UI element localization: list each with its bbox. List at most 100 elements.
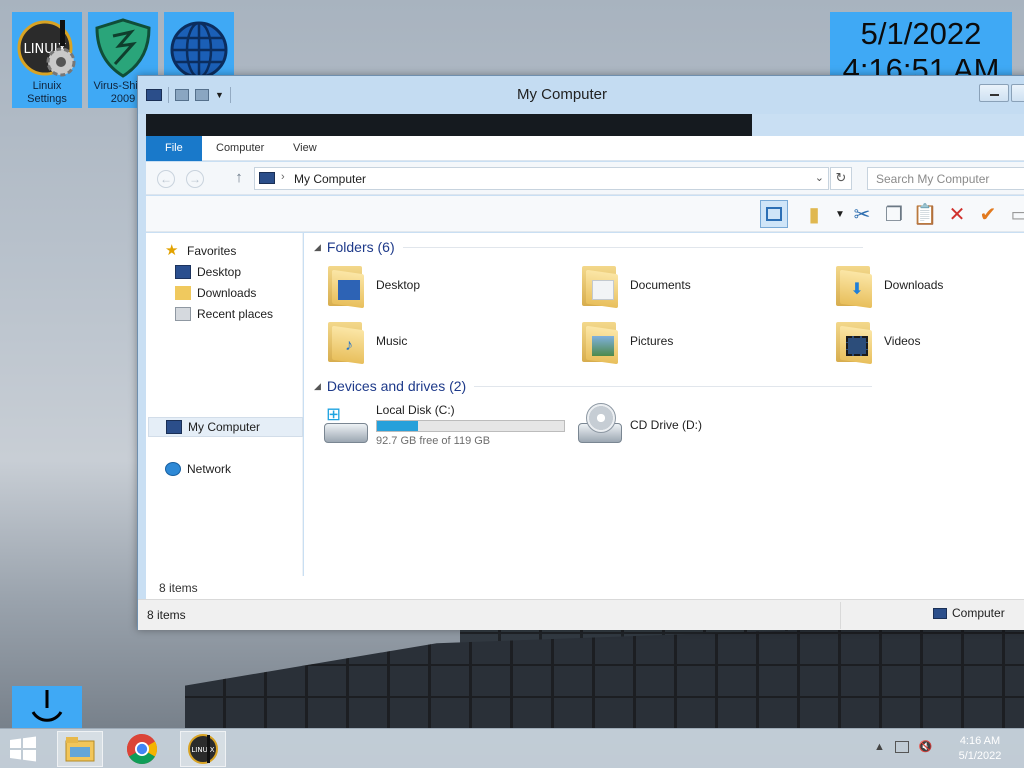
chevron-down-icon[interactable]: ⌄ [815,171,824,184]
folders-group-header[interactable]: ◢ Folders (6) [314,239,863,255]
drive-item-cd-drive[interactable]: CD Drive (D:) [576,403,702,447]
folder-item-music[interactable]: ♪ Music [324,318,408,365]
sidebar-item-network[interactable]: Network [165,459,231,479]
sidebar-item-label: My Computer [188,420,261,434]
virus-shield-icon [91,16,155,80]
clipboard-icon: 📋 [912,203,938,226]
address-input[interactable]: › My Computer ⌄ [254,167,829,190]
downloads-icon [175,286,191,300]
folder-name: Desktop [376,278,421,292]
tab-view[interactable]: View [277,136,333,161]
back-button[interactable]: ← [157,170,175,188]
tab-file[interactable]: File [146,136,202,161]
search-input[interactable]: Search My Computer [867,167,1024,190]
folder-name: Music [376,334,408,348]
overlay-strip [146,114,752,136]
show-hidden-icons-icon[interactable]: ▲ [874,741,885,753]
desktop-folder-icon [324,262,368,309]
sidebar-item-favorites[interactable]: ★ Favorites [165,241,236,261]
taskbar-time: 4:16 AM [959,735,1001,747]
folder-item-pictures[interactable]: Pictures [578,318,674,365]
computer-icon [259,172,275,184]
folder-item-documents[interactable]: Documents [578,262,691,309]
taskbar: LINUIX ▲ 🔇 4:16 AM 5/1/2022 [0,728,1024,768]
hard-drive-icon: ⊞ [322,403,370,447]
network-icon[interactable] [894,740,909,753]
downloads-folder-icon: ⬇ [832,262,876,309]
folder-name: Pictures [630,334,674,348]
music-folder-icon: ♪ [324,318,368,365]
svg-text:LINUIX: LINUIX [191,746,214,754]
sidebar-item-label: Downloads [197,286,257,300]
computer-icon [166,420,182,434]
taskbar-linuix[interactable]: LINUIX [180,731,226,767]
background-building-front [185,622,1024,728]
group-title: Folders (6) [326,239,395,255]
network-icon [165,462,181,476]
taskbar-chrome[interactable] [119,731,165,767]
address-bar-row: ← → ↑ › My Computer ⌄ ↻ Search My Comput… [146,162,1024,195]
paste-button[interactable]: 📋 [911,200,939,228]
drive-item-local-disk[interactable]: ⊞ Local Disk (C:) 92.7 GB free of 119 GB [322,403,565,447]
delete-button[interactable]: ✕ [943,200,971,228]
drive-free-space: 92.7 GB free of 119 GB [376,435,491,447]
breadcrumb-chevron-icon[interactable]: › [281,171,285,183]
system-tray: ▲ 🔇 [874,740,933,753]
drives-group-header[interactable]: ◢ Devices and drives (2) [314,378,873,394]
windows-logo-icon [10,736,36,762]
ribbon-tabs: File Computer View [146,136,1024,161]
status-location-label: Computer [952,606,1005,620]
window-title: My Computer [516,86,608,103]
collapse-arrow-icon: ◢ [314,241,321,252]
explorer-window[interactable]: ▼ My Computer File Computer View ← → ↑ ›… [137,75,1024,630]
widget-date: 5/1/2022 [860,16,982,51]
minimize-button[interactable] [979,84,1009,102]
videos-folder-icon [832,318,876,365]
desktop-clock-widget: 5/1/2022 4:16:51 AM [830,12,1012,76]
sidebar-item-recent-places[interactable]: Recent places [175,304,273,324]
folder-item-videos[interactable]: Videos [832,318,920,365]
forward-button[interactable]: → [186,170,204,188]
computer-icon [933,607,947,619]
drive-usage-bar [376,420,565,432]
folder-item-desktop[interactable]: Desktop [324,262,421,309]
content-pane: ◢ Folders (6) Desktop Documents ⬇ Downlo… [304,233,1024,576]
chrome-icon [126,734,158,765]
sidebar-item-label: Favorites [187,244,237,258]
start-button[interactable] [8,736,38,762]
item-count: 8 items [146,576,1024,599]
taskbar-file-explorer[interactable] [57,731,103,767]
maximize-button[interactable] [1011,84,1024,102]
rename-button[interactable]: ▭ [1006,200,1024,228]
navigation-pane: ★ Favorites Desktop Downloads Recent pla… [146,233,303,576]
sidebar-item-desktop[interactable]: Desktop [175,262,241,282]
recent-places-icon [175,307,191,321]
chevron-down-icon: ▼ [835,208,845,220]
copy-icon: ❐ [885,203,903,226]
up-button[interactable]: ↑ [230,170,248,188]
sidebar-item-label: Recent places [197,307,274,321]
desktop-icon-linuix-settings[interactable]: LINUIX Linuix Settings [12,12,82,108]
taskbar-clock[interactable]: 4:16 AM 5/1/2022 [950,734,1010,764]
globe-icon [167,16,231,80]
sidebar-item-my-computer[interactable]: My Computer [148,417,303,437]
copy-button[interactable]: ❐ [880,200,908,228]
folder-item-downloads[interactable]: ⬇ Downloads [832,262,943,309]
taskbar-date: 5/1/2022 [958,750,1002,762]
breadcrumb[interactable]: My Computer [294,172,366,186]
select-button[interactable]: ✔ [974,200,1002,228]
refresh-button[interactable]: ↻ [830,167,852,190]
command-toolbar: ▮ ▼ ✂ ❐ 📋 ✕ ✔ ▭ [146,196,1024,232]
preview-pane-button[interactable] [760,200,788,228]
cut-button[interactable]: ✂ [848,200,876,228]
delete-x-icon: ✕ [948,203,966,226]
checkmark-icon: ✔ [979,203,997,226]
volume-muted-icon[interactable]: 🔇 [919,740,933,753]
title-bar[interactable]: ▼ My Computer [138,76,1024,114]
new-folder-button[interactable]: ▮ [800,200,828,228]
sidebar-item-downloads[interactable]: Downloads [175,283,256,303]
power-button[interactable] [12,686,82,728]
cd-drive-icon [576,403,624,447]
tab-computer[interactable]: Computer [200,136,280,161]
collapse-arrow-icon: ◢ [314,380,321,391]
